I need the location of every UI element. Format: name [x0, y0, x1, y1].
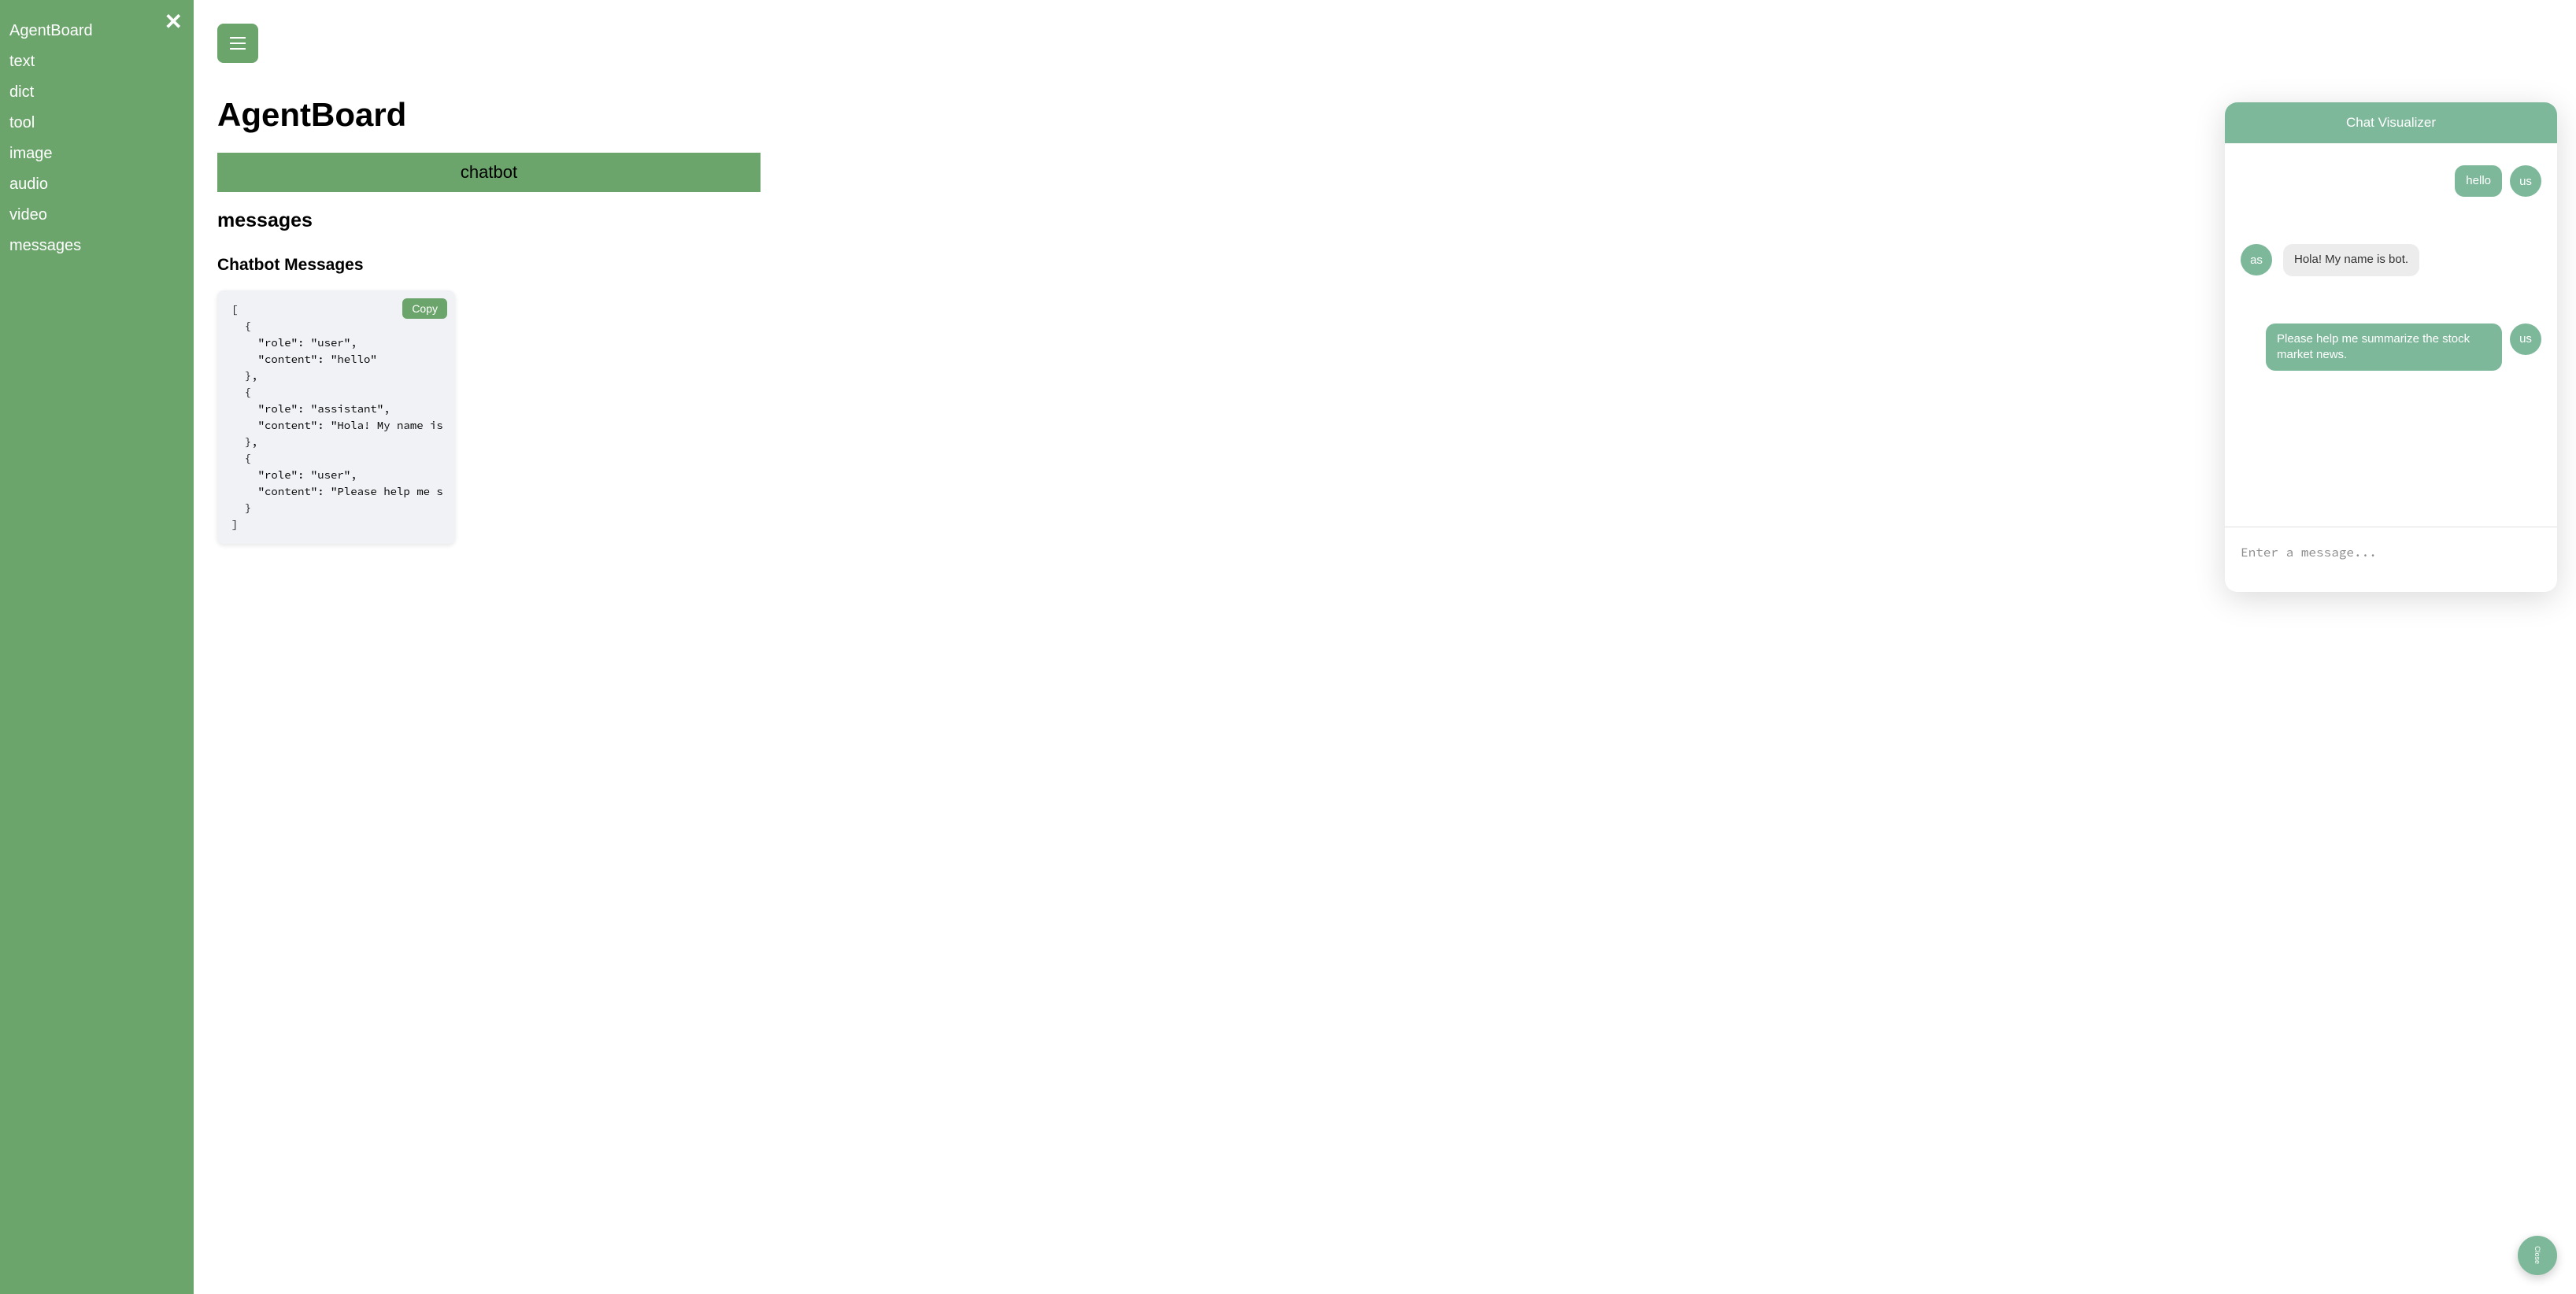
code-block: Copy [ { "role": "user", "content": "hel… [217, 290, 455, 544]
avatar-assistant: as [2241, 244, 2272, 275]
copy-button[interactable]: Copy [402, 298, 447, 319]
chat-body[interactable]: hello us as Hola! My name is bot. Please… [2225, 143, 2557, 527]
hamburger-icon [230, 37, 246, 50]
page-title: AgentBoard [217, 96, 2545, 134]
chat-message-user: hello us [2241, 165, 2541, 197]
chat-message-user: Please help me summarize the stock marke… [2241, 324, 2541, 372]
close-icon[interactable]: ✕ [165, 11, 183, 33]
chat-input-area [2225, 527, 2557, 592]
chat-input[interactable] [2241, 545, 2541, 560]
avatar-user: us [2510, 324, 2541, 355]
tab-chatbot[interactable]: chatbot [217, 153, 761, 192]
chat-header: Chat Visualizer [2225, 102, 2557, 143]
main-content: AgentBoard chatbot messages Chatbot Mess… [194, 0, 2576, 1294]
section-heading: messages [217, 209, 2545, 232]
chat-bubble: hello [2455, 165, 2502, 197]
chat-bubble: Please help me summarize the stock marke… [2266, 324, 2502, 372]
chat-panel: Chat Visualizer hello us as Hola! My nam… [2225, 102, 2557, 592]
sidebar-item-messages[interactable]: messages [9, 231, 184, 261]
sidebar-item-tool[interactable]: tool [9, 108, 184, 139]
sidebar-item-agentboard[interactable]: AgentBoard [9, 16, 184, 46]
code-content: [ { "role": "user", "content": "hello" }… [231, 301, 444, 533]
sidebar-item-text[interactable]: text [9, 46, 184, 77]
sidebar-item-video[interactable]: video [9, 200, 184, 231]
avatar-user: us [2510, 165, 2541, 197]
subsection-heading: Chatbot Messages [217, 256, 2545, 275]
chat-bubble: Hola! My name is bot. [2283, 244, 2419, 275]
sidebar-item-dict[interactable]: dict [9, 77, 184, 108]
sidebar-item-audio[interactable]: audio [9, 169, 184, 200]
sidebar-item-image[interactable]: image [9, 139, 184, 169]
sidebar: ✕ AgentBoard text dict tool image audio … [0, 0, 194, 1294]
close-fab[interactable]: Close [2518, 1236, 2557, 1275]
hamburger-button[interactable] [217, 24, 258, 63]
chat-message-assistant: as Hola! My name is bot. [2241, 244, 2541, 275]
